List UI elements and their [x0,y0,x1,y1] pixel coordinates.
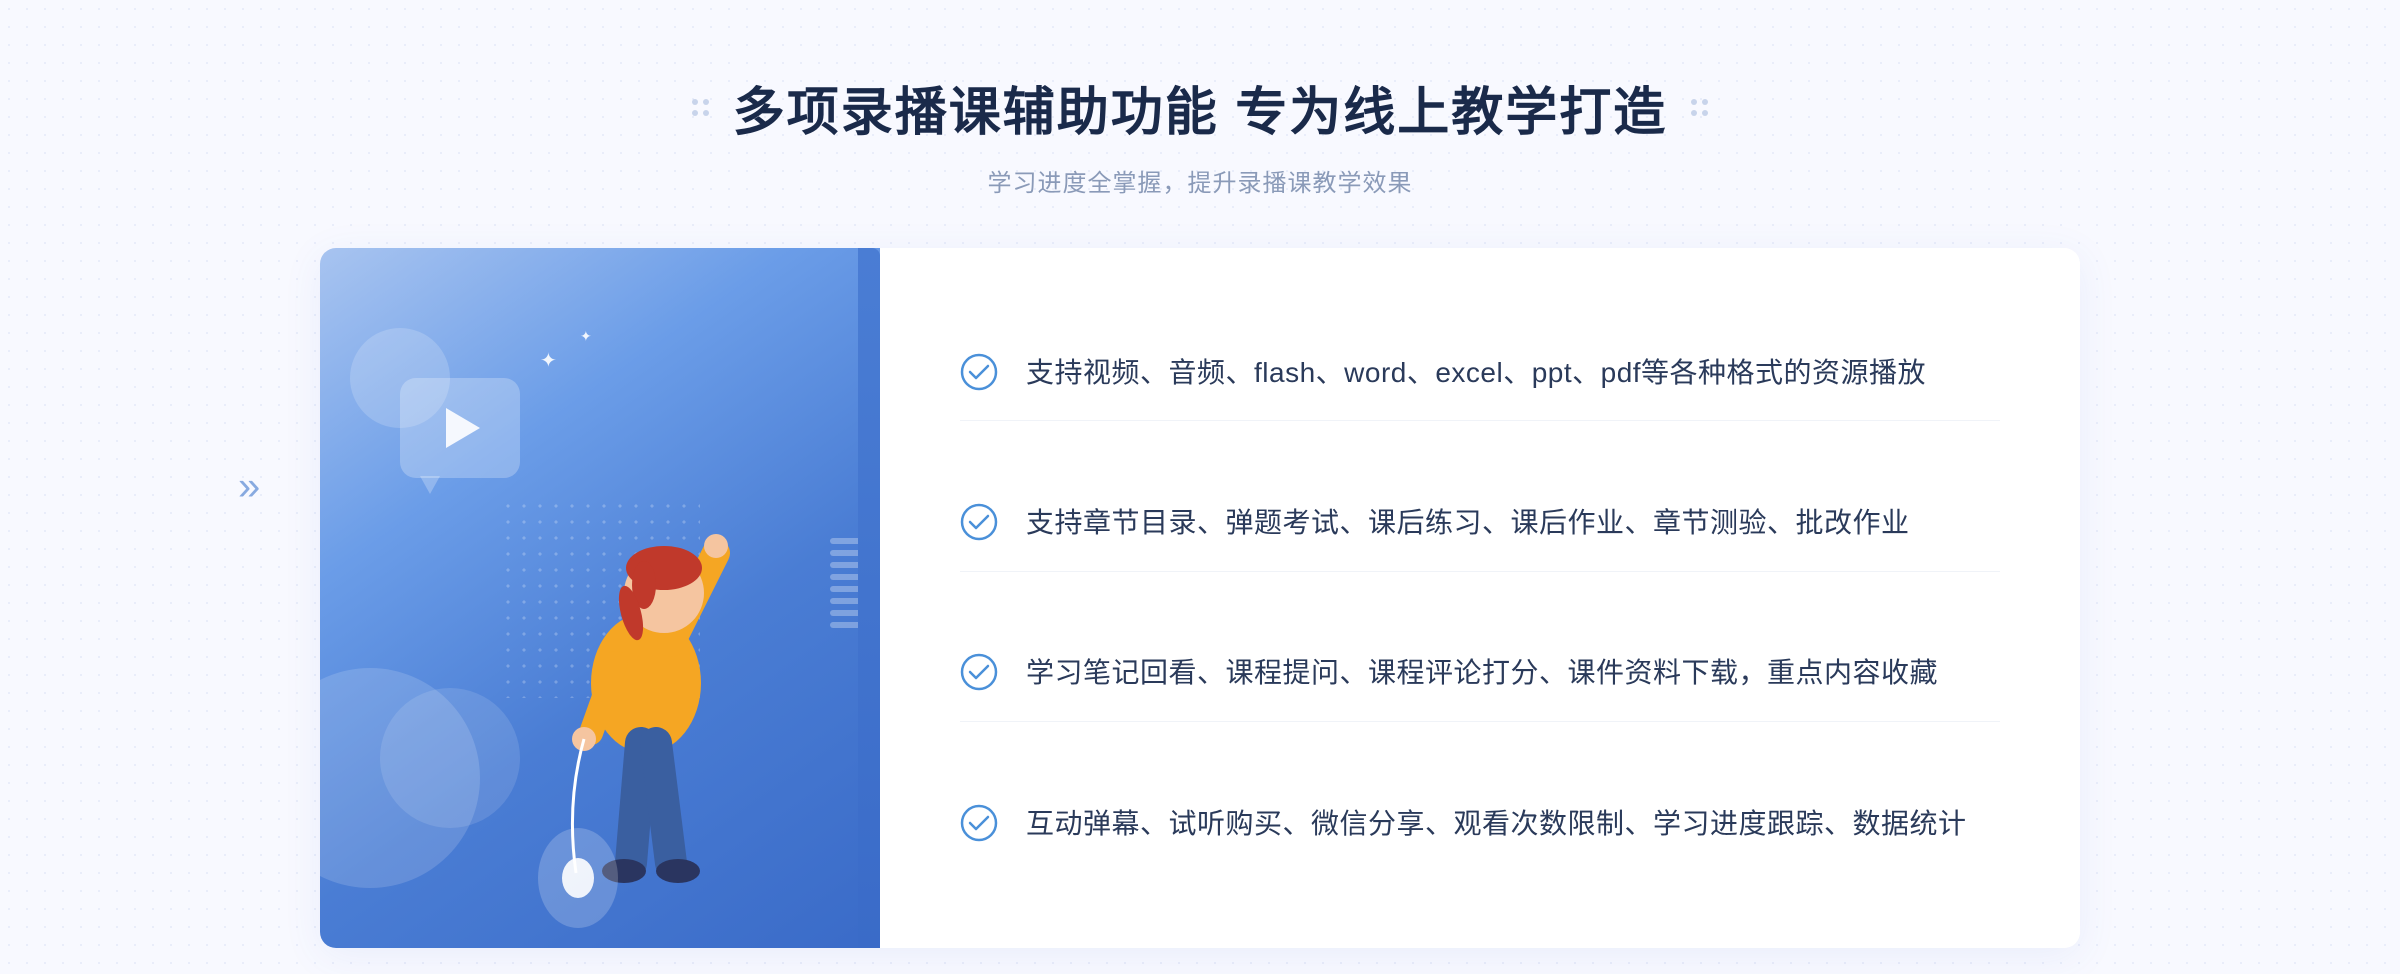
check-icon-4 [960,804,998,842]
header-section: 多项录播课辅助功能 专为线上教学打造 学习进度全掌握，提升录播课教学效果 [692,0,1708,198]
play-bubble [400,378,520,478]
sparkle-icon-1: ✦ [540,348,557,373]
person-illustration [516,403,796,948]
deco-circle-medium [380,688,520,828]
feature-item-1: 支持视频、音频、flash、word、excel、ppt、pdf等各种格式的资源… [960,325,2000,422]
illustration-area: ✦ ✦ [320,248,880,948]
feature-text-4: 互动弹幕、试听购买、微信分享、观看次数限制、学习进度跟踪、数据统计 [1026,800,1967,848]
feature-item-4: 互动弹幕、试听购买、微信分享、观看次数限制、学习进度跟踪、数据统计 [960,776,2000,872]
sparkle-icon-2: ✦ [580,328,592,345]
check-icon-3 [960,653,998,691]
play-triangle [446,408,480,448]
check-icon-2 [960,503,998,541]
feature-item-3: 学习笔记回看、课程提问、课程评论打分、课件资料下载，重点内容收藏 [960,625,2000,722]
main-title: 多项录播课辅助功能 专为线上教学打造 [733,70,1667,145]
title-dots-left [692,99,709,116]
check-icon-1 [960,353,998,391]
feature-text-3: 学习笔记回看、课程提问、课程评论打分、课件资料下载，重点内容收藏 [1026,649,1938,697]
blue-sidebar-bar [858,248,880,948]
title-dots-right [1691,99,1708,116]
page-container: 多项录播课辅助功能 专为线上教学打造 学习进度全掌握，提升录播课教学效果 » [0,0,2400,974]
content-section: ✦ ✦ [320,248,2080,948]
feature-text-2: 支持章节目录、弹题考试、课后练习、课后作业、章节测验、批改作业 [1026,499,1910,547]
left-chevron-decoration: » [238,465,252,510]
feature-text-1: 支持视频、音频、flash、word、excel、ppt、pdf等各种格式的资源… [1026,349,1926,397]
title-wrapper: 多项录播课辅助功能 专为线上教学打造 [692,70,1708,145]
subtitle: 学习进度全掌握，提升录播课教学效果 [692,163,1708,198]
features-area: 支持视频、音频、flash、word、excel、ppt、pdf等各种格式的资源… [880,248,2080,948]
feature-item-2: 支持章节目录、弹题考试、课后练习、课后作业、章节测验、批改作业 [960,475,2000,572]
